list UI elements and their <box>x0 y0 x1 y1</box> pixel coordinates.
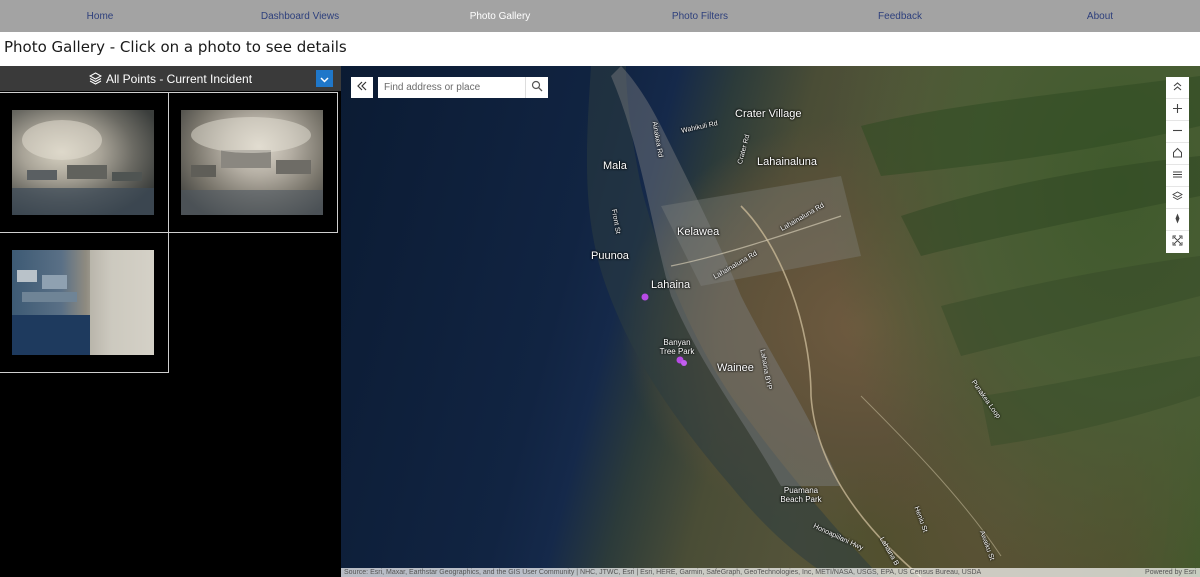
chevron-down-icon <box>320 72 329 86</box>
layer-list-button[interactable] <box>1166 187 1189 209</box>
map-label: Banyan Tree Park <box>659 338 695 356</box>
map-label: Puunoa <box>591 250 629 262</box>
collapse-tools-button[interactable] <box>1166 77 1189 99</box>
search-icon <box>531 79 543 97</box>
photo-image <box>12 110 154 215</box>
nav-photo-gallery[interactable]: Photo Gallery <box>400 11 600 22</box>
map-tools <box>1166 77 1189 253</box>
layer-dropdown-button[interactable] <box>316 70 333 87</box>
map-label: Kelawea <box>677 226 720 238</box>
nav-dashboard-views[interactable]: Dashboard Views <box>200 11 400 22</box>
photo-image <box>181 110 323 215</box>
legend-button[interactable] <box>1166 165 1189 187</box>
gallery-header: All Points - Current Incident <box>0 66 341 91</box>
map-view[interactable]: Crater Village Wahikuli Rd Ainakea Rd Ma… <box>341 66 1200 577</box>
map-label: Mala <box>603 160 627 172</box>
nav-about[interactable]: About <box>1000 11 1200 22</box>
map-label: Puamana Beach Park <box>780 486 822 504</box>
map-label: Crater Village <box>735 108 802 120</box>
photo-thumbnail[interactable] <box>0 232 169 373</box>
home-button[interactable] <box>1166 143 1189 165</box>
collapse-panel-button[interactable] <box>351 77 373 98</box>
list-icon <box>1172 167 1183 185</box>
zoom-out-icon <box>1172 123 1183 141</box>
top-nav: Home Dashboard Views Photo Gallery Photo… <box>0 0 1200 32</box>
zoom-in-button[interactable] <box>1166 99 1189 121</box>
map-label: Wainee <box>717 362 754 374</box>
powered-by-link[interactable]: Powered by Esri <box>1145 568 1196 577</box>
zoom-in-icon <box>1172 101 1183 119</box>
photo-thumbnail[interactable] <box>0 92 169 233</box>
compass-button[interactable] <box>1166 209 1189 231</box>
map-label: Lahaina <box>651 279 691 291</box>
fullscreen-button[interactable] <box>1166 231 1189 253</box>
zoom-out-button[interactable] <box>1166 121 1189 143</box>
nav-home[interactable]: Home <box>0 11 200 22</box>
chevrons-left-icon <box>356 79 368 97</box>
search-button[interactable] <box>525 77 548 98</box>
photo-gallery-panel: All Points - Current Incident <box>0 66 341 577</box>
layers-icon <box>1172 189 1183 207</box>
page-title: Photo Gallery - Click on a photo to see … <box>4 38 347 56</box>
gallery-layer-label: All Points - Current Incident <box>105 71 253 86</box>
search-input[interactable] <box>378 77 525 98</box>
fullscreen-icon <box>1172 233 1183 251</box>
attribution-text: Source: Esri, Maxar, Earthstar Geographi… <box>344 569 982 576</box>
nav-feedback[interactable]: Feedback <box>800 11 1000 22</box>
photo-image <box>12 250 154 355</box>
map-imagery <box>586 66 1200 577</box>
chevrons-up-icon <box>1172 79 1183 97</box>
map-search <box>378 77 548 98</box>
map-attribution: Source: Esri, Maxar, Earthstar Geographi… <box>341 568 1200 577</box>
map-label: Lahainaluna <box>757 156 817 168</box>
layers-icon <box>88 72 103 85</box>
compass-icon <box>1172 211 1183 229</box>
home-icon <box>1172 145 1183 163</box>
nav-photo-filters[interactable]: Photo Filters <box>600 11 800 22</box>
photo-thumbnail[interactable] <box>168 92 338 233</box>
